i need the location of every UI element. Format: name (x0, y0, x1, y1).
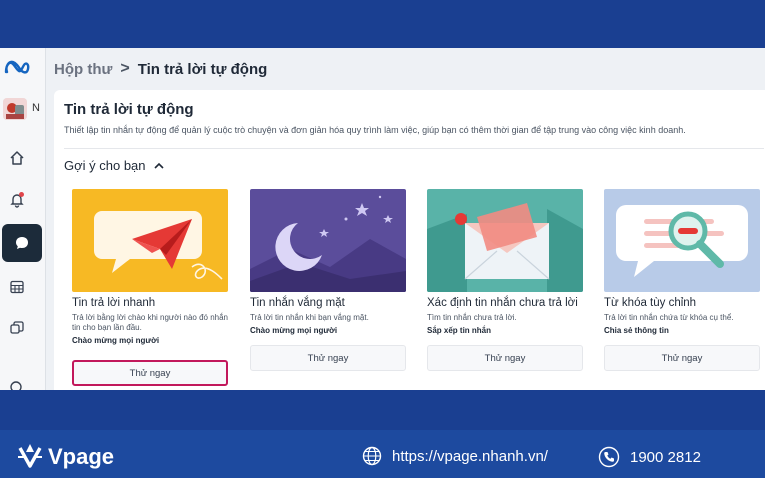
card-tag: Chia sẻ thông tin (604, 326, 669, 335)
quick-reply-illustration (72, 189, 228, 292)
page-title: Tin trả lời tự động (64, 101, 194, 118)
home-icon[interactable] (7, 148, 27, 168)
table-icon[interactable] (7, 277, 27, 297)
try-now-button[interactable]: Thử ngay (72, 360, 228, 386)
card-tag: Chào mừng mọi người (250, 326, 338, 335)
notification-dot (19, 192, 24, 197)
card-title: Tin nhắn vắng mặt (250, 297, 345, 309)
meta-logo-icon[interactable] (4, 58, 30, 76)
card-away-message[interactable]: Tin nhắn vắng mặt Trả lời tin nhắn khi b… (250, 189, 406, 371)
page-description: Thiết lập tin nhắn tự động để quản lý cu… (64, 125, 686, 135)
divider (64, 148, 764, 149)
globe-icon (362, 446, 382, 466)
footer-phone[interactable]: 1900 2812 (598, 446, 701, 468)
footer-website[interactable]: https://vpage.nhanh.vn/ (362, 446, 548, 466)
card-subtitle: Tìm tin nhắn chưa trả lời. (427, 313, 517, 322)
breadcrumb-separator: > (120, 60, 130, 77)
inbox-chat-icon[interactable] (2, 224, 42, 262)
card-title: Từ khóa tùy chỉnh (604, 297, 697, 309)
chevron-up-icon (153, 162, 164, 169)
breadcrumb: Hộp thư > Tin trả lời tự động (54, 58, 267, 80)
card-title: Xác định tin nhắn chưa trả lời (427, 297, 578, 309)
unanswered-messages-illustration (427, 189, 583, 292)
left-nav-rail: N (0, 48, 46, 390)
card-subtitle: Trả lời bằng lời chào khi người nào đó n… (72, 313, 228, 332)
try-now-button[interactable]: Thử ngay (250, 345, 406, 371)
card-title: Tin trả lời nhanh (72, 297, 156, 309)
card-subtitle: Trả lời tin nhắn khi bạn vắng mặt. (250, 313, 369, 322)
footer: Vpage https://vpage.nhanh.vn/ 1900 2812 (0, 390, 765, 478)
page-avatar[interactable] (3, 98, 27, 120)
suggestions-section-toggle[interactable]: Gợi ý cho bạn (64, 158, 164, 173)
try-now-button[interactable]: Thử ngay (427, 345, 583, 371)
phone-number[interactable]: 1900 2812 (630, 449, 701, 466)
card-tag: Sắp xếp tin nhắn (427, 326, 492, 335)
bell-icon[interactable] (7, 190, 27, 210)
vpage-brand: Vpage (16, 442, 114, 472)
brand-name: Vpage (48, 444, 115, 469)
card-custom-keywords[interactable]: Từ khóa tùy chỉnh Trả lời tin nhắn chứa … (604, 189, 760, 371)
app-screen: N Hộp thư > Tin trả lời tự động Tin trả … (0, 48, 765, 390)
card-tag: Chào mừng mọi người (72, 336, 160, 345)
website-url[interactable]: https://vpage.nhanh.vn/ (392, 448, 548, 465)
card-unanswered-messages[interactable]: Xác định tin nhắn chưa trả lời Tìm tin n… (427, 189, 583, 371)
pages-icon[interactable] (7, 318, 27, 338)
try-now-button[interactable]: Thử ngay (604, 345, 760, 371)
card-subtitle: Trả lời tin nhắn chứa từ khóa cụ thể. (604, 313, 734, 322)
vpage-logo-icon (18, 444, 42, 468)
top-banner (0, 0, 765, 48)
auto-reply-panel: Tin trả lời tự động Thiết lập tin nhắn t… (54, 90, 765, 390)
away-message-illustration (250, 189, 406, 292)
custom-keywords-illustration (604, 189, 760, 292)
breadcrumb-current: Tin trả lời tự động (137, 60, 268, 78)
search-icon[interactable] (7, 378, 27, 390)
breadcrumb-inbox-link[interactable]: Hộp thư (54, 61, 112, 78)
page-initial: N (32, 102, 40, 114)
phone-icon (598, 446, 620, 468)
section-title: Gợi ý cho bạn (64, 158, 146, 173)
card-quick-reply[interactable]: Tin trả lời nhanh Trả lời bằng lời chào … (72, 189, 228, 386)
